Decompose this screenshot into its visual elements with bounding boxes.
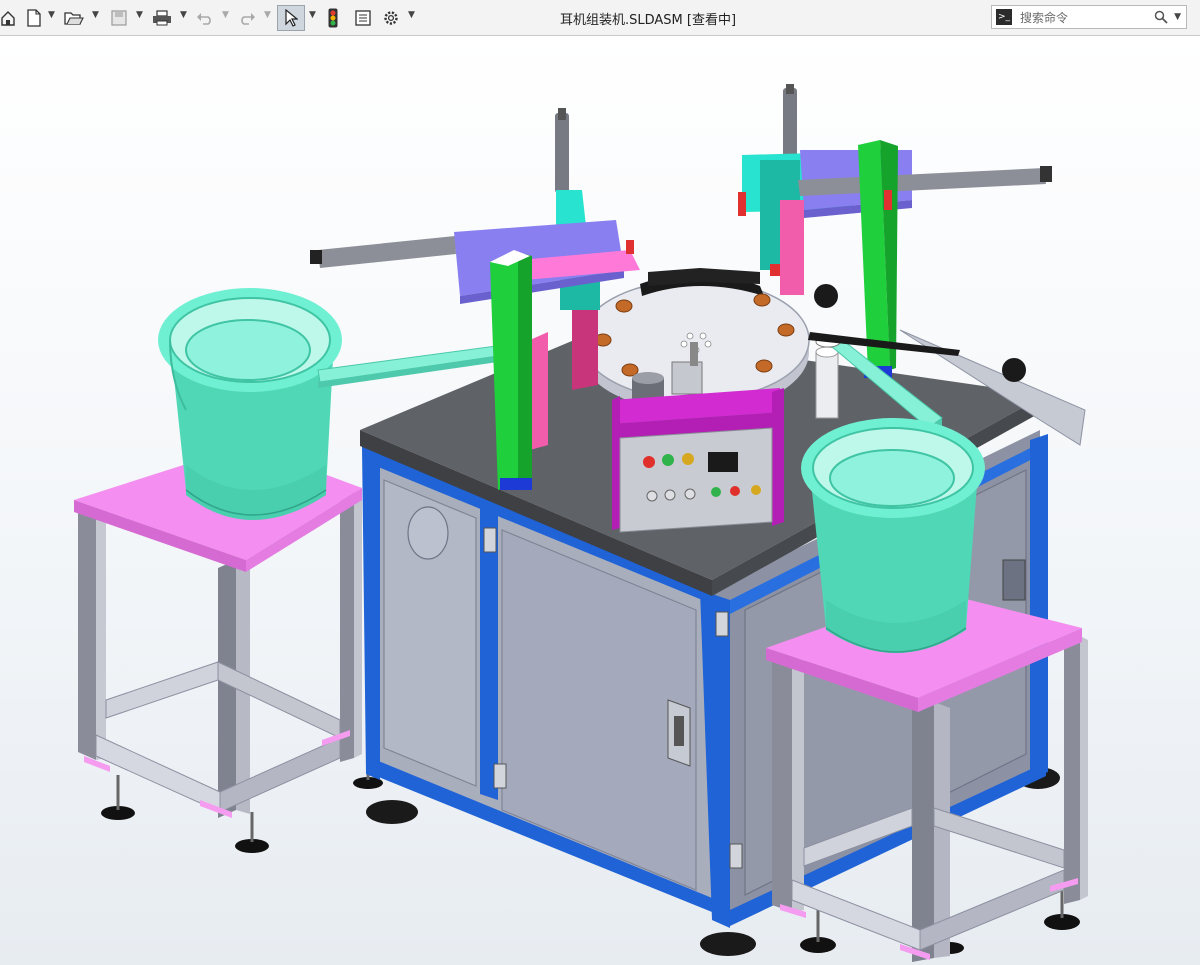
print-icon[interactable]: [150, 5, 174, 31]
undo-icon[interactable]: [194, 5, 216, 31]
chevron-down-icon[interactable]: ▼: [222, 10, 229, 20]
home-icon[interactable]: [0, 5, 16, 31]
search-icon[interactable]: [1154, 9, 1168, 28]
chevron-down-icon[interactable]: ▼: [1174, 12, 1181, 22]
open-icon[interactable]: [63, 5, 85, 31]
rebuild-traffic-light-icon[interactable]: [323, 5, 343, 31]
chevron-down-icon[interactable]: ▼: [180, 10, 187, 20]
options-gear-icon[interactable]: [380, 5, 402, 31]
right-vibratory-bowl: [801, 418, 985, 653]
chevron-down-icon[interactable]: ▼: [48, 10, 55, 20]
assembly-model[interactable]: [0, 36, 1200, 965]
chevron-down-icon[interactable]: ▼: [408, 10, 415, 20]
chevron-down-icon[interactable]: ▼: [136, 10, 143, 20]
select-arrow-icon[interactable]: [277, 5, 305, 31]
save-icon[interactable]: [108, 5, 130, 31]
command-prompt-icon: >_: [996, 9, 1012, 25]
search-placeholder: 搜索命令: [1020, 10, 1069, 25]
top-toolbar: ▼ ▼ ▼ ▼ ▼ ▼ ▼ ▼ 耳机组装机.SLDASM [查看中] >_ 搜索…: [0, 0, 1200, 36]
redo-icon[interactable]: [236, 5, 258, 31]
window-title: 耳机组装机.SLDASM [查看中]: [560, 13, 737, 28]
new-document-icon[interactable]: [24, 5, 44, 31]
chevron-down-icon[interactable]: ▼: [92, 10, 99, 20]
graphics-viewport[interactable]: [0, 36, 1200, 965]
file-properties-icon[interactable]: [352, 5, 374, 31]
search-input[interactable]: >_ 搜索命令 ▼: [991, 5, 1187, 29]
chevron-down-icon[interactable]: ▼: [309, 10, 316, 20]
chevron-down-icon[interactable]: ▼: [264, 10, 271, 20]
